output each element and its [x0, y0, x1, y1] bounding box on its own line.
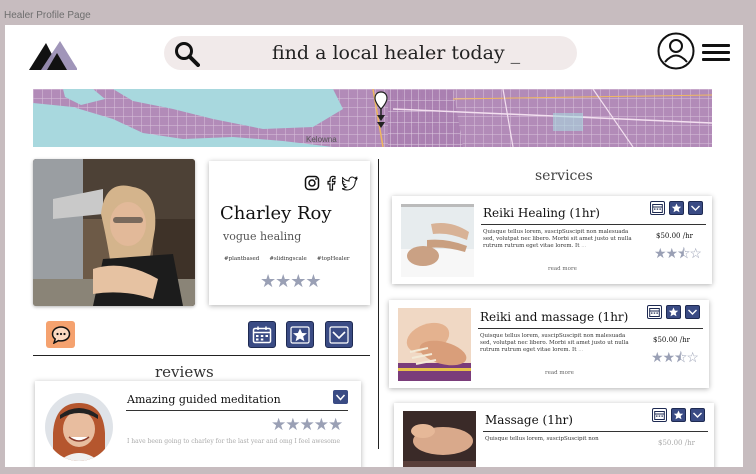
book-button[interactable] [650, 201, 665, 215]
chat-button[interactable] [46, 321, 75, 348]
calendar-icon [652, 204, 663, 213]
review-expand-button[interactable] [333, 390, 348, 404]
search-bar[interactable]: find a local healer today _ [164, 36, 577, 70]
expand-button[interactable] [690, 408, 705, 422]
review-card: Amazing guided meditation ★★★★★ I have b… [35, 381, 361, 467]
chevron-down-icon [335, 394, 346, 401]
logo-icon[interactable] [29, 39, 77, 71]
expand-button[interactable] [325, 321, 353, 348]
favorite-button[interactable] [286, 321, 314, 348]
facebook-icon[interactable] [323, 175, 339, 191]
service-price: $50.00 /hr [653, 336, 690, 344]
calendar-icon [654, 411, 665, 420]
favorite-button[interactable] [669, 201, 684, 215]
calendar-icon [252, 326, 272, 343]
instagram-icon[interactable] [304, 175, 320, 191]
service-actions [650, 201, 703, 215]
healer-info-card: Charley Roy vogue healing #plantbased #s… [209, 161, 370, 305]
star-icon [671, 203, 682, 213]
service-description: Quisque tellus lorem, suscipSuscipit non [485, 436, 599, 442]
divider [483, 431, 708, 432]
service-actions [647, 305, 700, 319]
favorite-button[interactable] [666, 305, 681, 319]
star-icon [668, 307, 679, 317]
social-links [304, 175, 358, 191]
map-city-label: Kelowna [306, 135, 337, 144]
service-description: Quisque tellus lorem, suscipSuscipit non… [480, 333, 629, 353]
review-title: Amazing guided meditation [127, 393, 281, 406]
user-account-icon[interactable] [657, 32, 695, 70]
tag-list: #plantbased #slidingscale #topHealer [224, 256, 349, 262]
tag[interactable]: #slidingscale [269, 256, 307, 262]
chevron-down-icon [688, 309, 697, 315]
book-button[interactable] [647, 305, 662, 319]
chevron-down-icon [693, 412, 702, 418]
favorite-button[interactable] [671, 408, 686, 422]
book-button[interactable] [652, 408, 667, 422]
reviewer-avatar [45, 393, 113, 461]
review-rating-stars: ★★★★★ [271, 415, 343, 435]
chevron-down-icon [691, 205, 700, 211]
twitter-icon[interactable] [342, 175, 358, 191]
reviews-heading: reviews [155, 363, 214, 381]
service-title[interactable]: Massage (1hr) [485, 413, 573, 427]
chat-icon [51, 325, 70, 344]
book-appointment-button[interactable] [248, 321, 276, 348]
service-image [401, 204, 474, 277]
service-card[interactable]: Reiki and massage (1hr) Quisque tellus l… [389, 300, 709, 388]
healer-photo [33, 159, 195, 306]
healer-profile-page: find a local healer today _ Kelowna Char… [5, 25, 743, 467]
service-price: $50.00 /hr [658, 439, 695, 447]
expand-button[interactable] [685, 305, 700, 319]
service-actions [652, 408, 705, 422]
map-pin-icon[interactable] [373, 91, 389, 131]
search-icon[interactable] [174, 41, 200, 67]
service-rating-stars: ★★⯪☆ [651, 350, 699, 366]
expand-button[interactable] [688, 201, 703, 215]
service-image [398, 308, 471, 381]
healer-practice: vogue healing [223, 230, 302, 243]
service-title[interactable]: Reiki Healing (1hr) [483, 206, 600, 220]
service-description: Quisque tellus lorem, suscipSuscipit non… [483, 229, 632, 249]
hamburger-menu-icon[interactable] [702, 44, 730, 62]
divider [481, 224, 706, 225]
read-more-link[interactable]: read more [545, 370, 574, 376]
review-text: I have been going to charley for the las… [127, 438, 341, 445]
service-title[interactable]: Reiki and massage (1hr) [480, 310, 628, 324]
calendar-icon [649, 308, 660, 317]
service-card[interactable]: Reiki Healing (1hr) Quisque tellus lorem… [392, 196, 712, 284]
search-input[interactable]: find a local healer today _ [272, 42, 520, 64]
rating-stars: ★★★★ [260, 271, 322, 292]
services-heading: services [535, 168, 593, 184]
star-icon [673, 410, 684, 420]
divider [126, 410, 348, 411]
healer-name: Charley Roy [220, 203, 332, 224]
read-more-link[interactable]: read more [548, 266, 577, 272]
divider [33, 355, 370, 356]
divider [478, 328, 703, 329]
tag[interactable]: #plantbased [224, 256, 259, 262]
service-card[interactable]: Massage (1hr) Quisque tellus lorem, susc… [394, 403, 714, 467]
service-rating-stars: ★★⯪☆ [654, 246, 702, 262]
chevron-down-icon [329, 325, 349, 344]
frame-label: Healer Profile Page [4, 10, 91, 21]
tag[interactable]: #topHealer [317, 256, 350, 262]
service-image [403, 411, 476, 467]
star-icon [290, 325, 310, 344]
service-price: $50.00 /hr [656, 232, 693, 240]
column-divider [378, 159, 379, 449]
location-map[interactable]: Kelowna [33, 89, 712, 147]
